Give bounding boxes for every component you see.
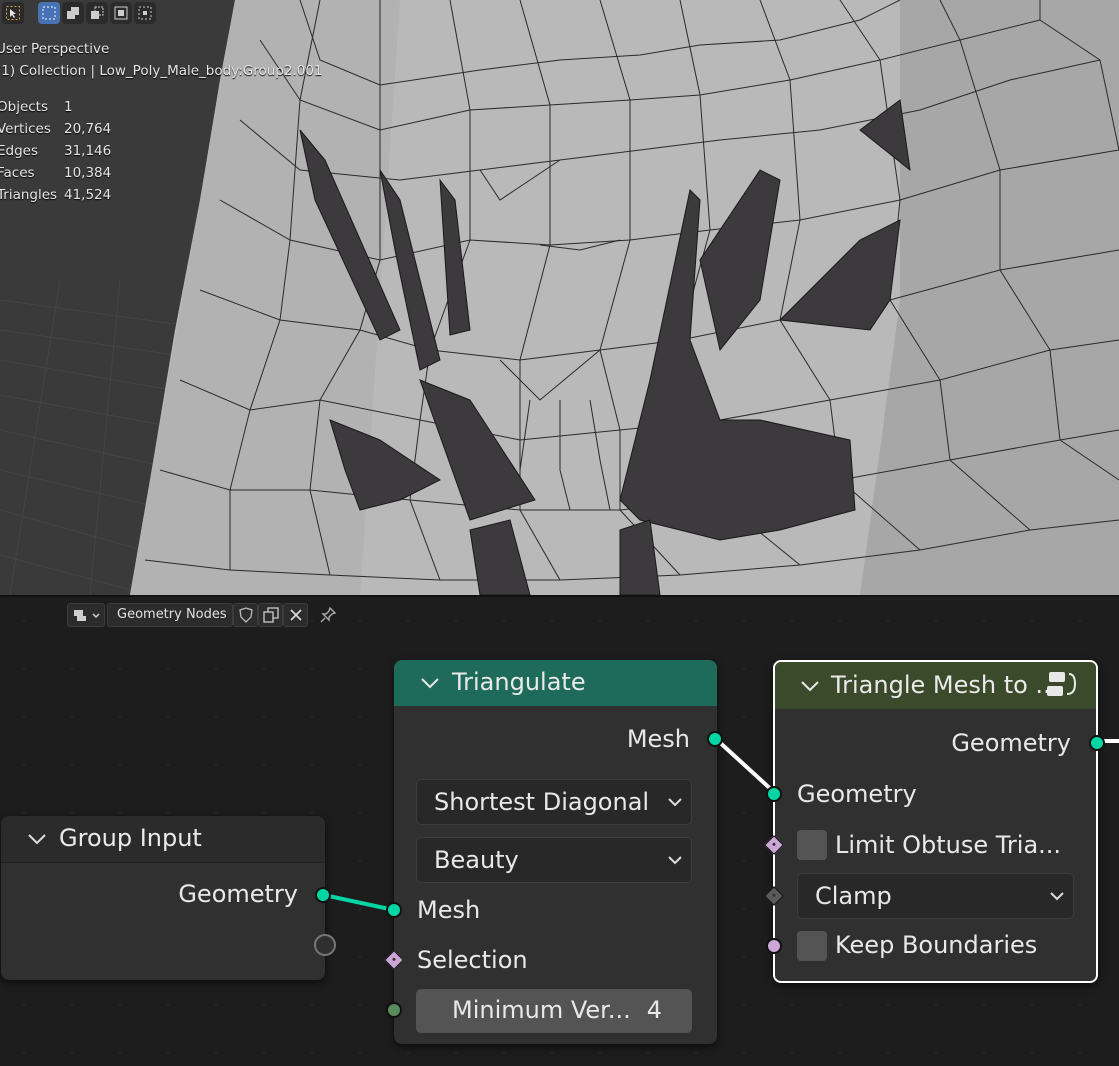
select-subtract-button[interactable] <box>86 2 108 24</box>
limit-obtuse-checkbox[interactable] <box>797 830 827 860</box>
select-invert-button[interactable] <box>110 2 132 24</box>
triangulate-min-vertices-socket[interactable] <box>386 1002 402 1018</box>
tri-to-quad-geometry-output-label: Geometry <box>951 729 1071 757</box>
shield-icon <box>239 607 253 623</box>
select-new-button[interactable] <box>38 2 60 24</box>
tri-to-quad-title: Triangle Mesh to ... <box>831 671 1059 699</box>
keep-boundaries-label: Keep Boundaries <box>835 931 1038 959</box>
triangle-mesh-to-quad-node[interactable]: Triangle Mesh to ... Geometry Geometry L… <box>764 660 1105 983</box>
stat-faces-value: 10,384 <box>64 165 112 181</box>
triangulate-mesh-output-label: Mesh <box>626 725 690 753</box>
triangulate-mesh-input-socket[interactable] <box>386 902 402 918</box>
duplicate-icon <box>263 607 279 623</box>
select-extend-icon <box>67 7 79 19</box>
stat-edges-value: 31,146 <box>64 143 112 159</box>
clamp-dropdown[interactable]: Clamp <box>797 873 1074 919</box>
group-input-geometry-label: Geometry <box>178 880 298 908</box>
node-group-icon[interactable] <box>1043 666 1079 702</box>
tri-to-quad-geometry-input-socket[interactable] <box>766 786 782 802</box>
min-vertices-field[interactable]: Minimum Ver... 4 <box>416 989 692 1033</box>
tri-to-quad-header[interactable]: Triangle Mesh to ... <box>775 662 1096 709</box>
quad-method-value: Shortest Diagonal <box>434 788 650 816</box>
min-vertices-value: 4 <box>646 996 662 1024</box>
triangulate-mesh-output-socket[interactable] <box>707 731 723 747</box>
fake-user-button[interactable] <box>233 603 258 627</box>
stat-objects-value: 1 <box>64 99 73 115</box>
group-input-node[interactable]: Group Input Geometry <box>1 816 336 980</box>
tri-to-quad-geometry-output-socket[interactable] <box>1089 735 1105 751</box>
limit-obtuse-label: Limit Obtuse Tria... <box>835 831 1062 859</box>
select-intersect-button[interactable] <box>134 2 156 24</box>
close-icon <box>290 609 302 621</box>
collection-label: (1) Collection | Low_Poly_Male_body:Grou… <box>0 63 323 79</box>
group-input-empty-socket[interactable] <box>314 934 336 956</box>
pin-button[interactable] <box>319 606 339 626</box>
triangulate-mesh-input-label: Mesh <box>417 896 481 924</box>
chevron-down-icon <box>668 856 682 865</box>
stat-vertices-value: 20,764 <box>64 121 112 137</box>
stat-objects-label: Objects <box>0 99 49 115</box>
select-extend-button[interactable] <box>62 2 84 24</box>
chevron-down-icon <box>1050 892 1064 901</box>
node-tree-name-field[interactable]: Geometry Nodes <box>107 603 233 627</box>
tri-to-quad-geometry-input-label: Geometry <box>797 780 917 808</box>
stat-edges-label: Edges <box>0 143 39 159</box>
clamp-value: Clamp <box>815 882 892 910</box>
ngon-method-value: Beauty <box>434 846 519 874</box>
cursor-icon <box>6 6 20 20</box>
keep-boundaries-checkbox[interactable] <box>797 931 827 961</box>
keep-boundaries-socket[interactable] <box>766 938 782 954</box>
pin-icon <box>320 606 337 623</box>
triangulate-title: Triangulate <box>452 668 586 696</box>
ngon-method-dropdown[interactable]: Beauty <box>416 837 692 883</box>
node-tree-type-button[interactable] <box>67 603 105 627</box>
quad-method-dropdown[interactable]: Shortest Diagonal <box>416 779 692 825</box>
mesh-render <box>0 0 1119 595</box>
perspective-label: User Perspective <box>0 41 110 57</box>
group-input-geometry-socket[interactable] <box>315 887 331 903</box>
triangulate-node[interactable]: Triangulate Mesh Shortest Diagonal Beaut… <box>384 660 723 1044</box>
stat-triangles-label: Triangles <box>0 187 58 203</box>
triangulate-selection-label: Selection <box>417 946 528 974</box>
scene-statistics: Objects 1 Vertices 20,764 Edges 31,146 F… <box>0 99 137 209</box>
duplicate-tree-button[interactable] <box>258 603 283 627</box>
select-intersect-icon <box>138 6 152 20</box>
group-input-title: Group Input <box>59 824 202 852</box>
node-tree-icon <box>74 610 100 621</box>
stat-triangles-value: 41,524 <box>64 187 112 203</box>
chevron-down-icon[interactable] <box>25 827 49 851</box>
chevron-down-icon[interactable] <box>798 674 822 698</box>
select-subtract-icon <box>91 6 104 19</box>
chevron-down-icon <box>668 798 682 807</box>
select-new-icon <box>42 6 56 20</box>
stat-vertices-label: Vertices <box>0 121 51 137</box>
stat-faces-label: Faces <box>0 165 35 181</box>
select-tool-button[interactable] <box>2 2 24 24</box>
chevron-down-icon[interactable] <box>418 671 442 695</box>
unlink-tree-button[interactable] <box>283 603 308 627</box>
3d-viewport[interactable]: User Perspective (1) Collection | Low_Po… <box>0 0 1119 595</box>
select-invert-icon <box>114 6 128 20</box>
triangulate-header[interactable]: Triangulate <box>394 660 717 706</box>
group-input-header[interactable]: Group Input <box>1 816 325 863</box>
min-vertices-label: Minimum Ver... <box>452 996 631 1024</box>
